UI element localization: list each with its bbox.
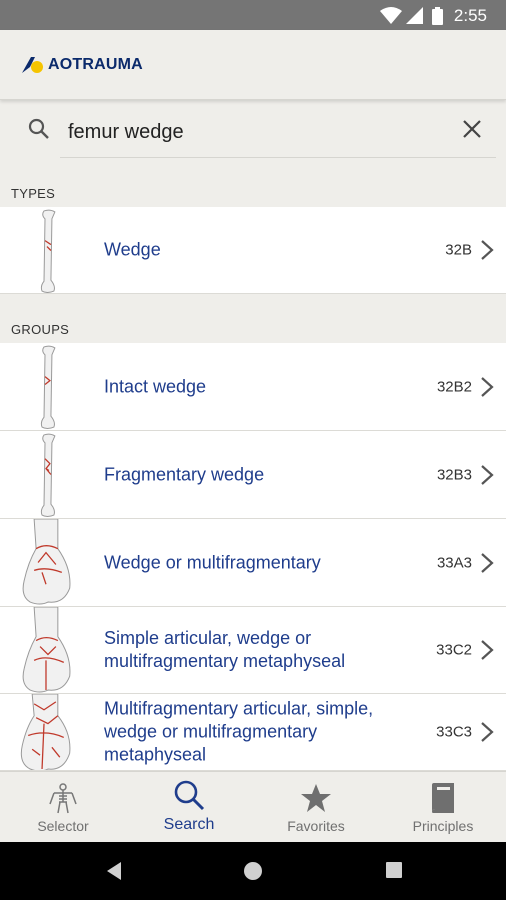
distal-femur-thumbnail: [22, 519, 71, 605]
tab-principles[interactable]: Principles: [380, 772, 506, 843]
chevron-right-icon: [481, 640, 494, 660]
item-label: Multifragmentary articular, simple, wedg…: [104, 698, 374, 765]
tab-favorites[interactable]: Favorites: [253, 772, 379, 843]
item-label: Simple articular, wedge or multifragment…: [104, 628, 346, 671]
search-input[interactable]: [68, 115, 428, 149]
item-code: 32B3: [436, 466, 472, 483]
recents-icon[interactable]: [385, 861, 403, 879]
status-time: 2:55: [453, 6, 487, 25]
logo-mark-icon: [22, 57, 43, 73]
item-code: 32B: [445, 241, 472, 259]
tab-label: Selector: [37, 818, 89, 834]
wifi-icon: [380, 7, 402, 24]
femur-diaphysis-thumbnail: [40, 433, 56, 518]
distal-femur-thumbnail: [20, 694, 71, 770]
chevron-right-icon: [481, 722, 494, 742]
tab-label: Principles: [412, 818, 474, 834]
item-code: 32B2: [436, 378, 472, 395]
status-bar: 2:55: [0, 0, 506, 30]
femur-diaphysis-thumbnail: [40, 209, 56, 293]
tab-search[interactable]: Search: [126, 772, 252, 843]
cell-signal-icon: [406, 7, 423, 24]
bottom-navigation: Selector Search Favorites Principles: [0, 771, 506, 842]
chevron-right-icon: [481, 552, 494, 573]
distal-femur-thumbnail: [22, 607, 71, 693]
list-item[interactable]: Intact wedge 32B2: [0, 343, 506, 431]
tab-label: Search: [163, 816, 215, 833]
item-code: 33A3: [436, 554, 472, 571]
home-icon[interactable]: [243, 861, 263, 881]
tab-selector[interactable]: Selector: [0, 772, 126, 843]
search-icon: [28, 118, 49, 139]
item-label: Fragmentary wedge: [104, 464, 265, 484]
list-item[interactable]: Wedge 32B: [0, 207, 506, 294]
clear-search-icon[interactable]: [460, 117, 484, 141]
app-bar: AOTRAUMA: [0, 30, 506, 100]
skeleton-icon: [49, 783, 77, 814]
system-navigation-bar: [0, 842, 506, 900]
search-underline: [60, 157, 496, 158]
logo-text: AOTRAUMA: [48, 56, 143, 73]
chevron-right-icon: [481, 240, 494, 260]
item-label: Intact wedge: [104, 376, 207, 396]
list-item[interactable]: Wedge or multifragmentary 33A3: [0, 519, 506, 607]
search-bar: [0, 102, 506, 170]
femur-diaphysis-thumbnail: [40, 345, 56, 430]
item-code: 33C3: [436, 723, 472, 741]
ao-trauma-logo: AOTRAUMA: [22, 55, 143, 75]
search-icon: [174, 780, 205, 811]
item-code: 33C2: [436, 641, 472, 659]
list-item[interactable]: Simple articular, wedge or multifragment…: [0, 607, 506, 694]
list-item[interactable]: Multifragmentary articular, simple, wedg…: [0, 694, 506, 771]
item-label: Wedge or multifragmentary: [104, 552, 321, 572]
list-item[interactable]: Fragmentary wedge 32B3: [0, 431, 506, 519]
book-icon: [432, 783, 454, 813]
battery-icon: [432, 7, 443, 25]
section-header-groups: GROUPS: [11, 322, 70, 337]
chevron-right-icon: [481, 376, 494, 397]
section-header-types: TYPES: [11, 186, 56, 201]
star-icon: [301, 784, 331, 812]
item-label: Wedge: [104, 239, 161, 260]
tab-label: Favorites: [287, 818, 345, 834]
back-icon[interactable]: [105, 861, 123, 881]
chevron-right-icon: [481, 464, 494, 485]
